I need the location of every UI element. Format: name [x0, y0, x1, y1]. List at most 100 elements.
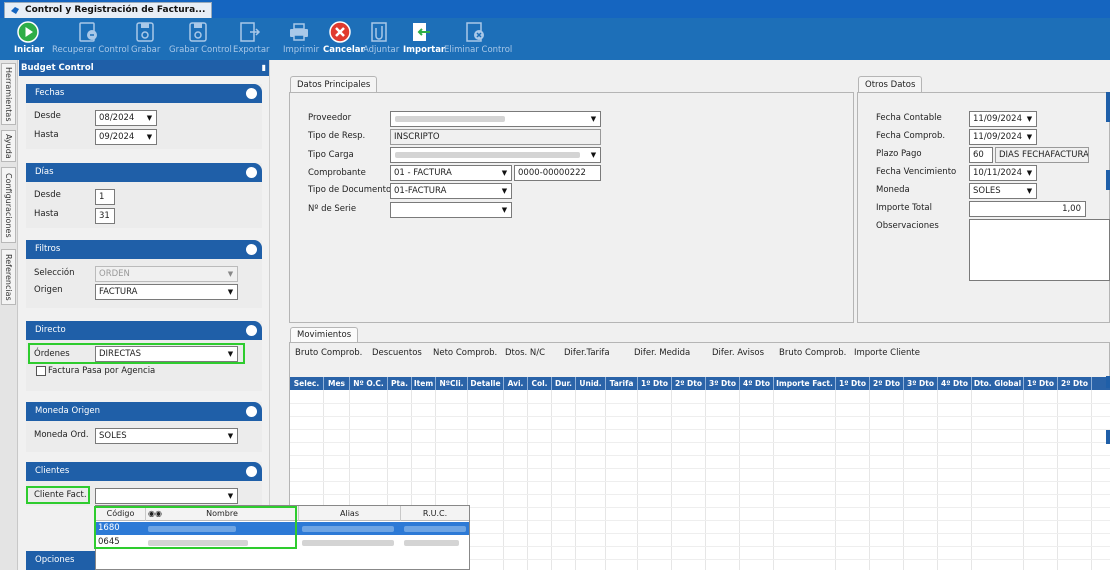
grid-column-header[interactable]: NºCli.: [436, 377, 468, 390]
chevron-down-icon[interactable]: ▼: [498, 166, 511, 180]
fecha-comprob-select[interactable]: 11/09/2024 ▼: [969, 129, 1037, 145]
comprobante-select[interactable]: 01 - FACTURA ▼: [390, 165, 512, 181]
grid-column-header[interactable]: Selec.: [290, 377, 324, 390]
collapse-icon[interactable]: [246, 88, 257, 99]
collapse-icon[interactable]: [246, 325, 257, 336]
tab-referencias[interactable]: Referencias: [1, 249, 16, 305]
origen-select[interactable]: FACTURA ▼: [95, 284, 238, 300]
comprobante-numero-input[interactable]: 0000-00000222: [514, 165, 601, 181]
grid-column-header[interactable]: Detalle: [468, 377, 504, 390]
col-alias[interactable]: Alias: [299, 506, 401, 521]
table-row[interactable]: [290, 429, 1110, 430]
grabar-control-button[interactable]: Grabar Control: [169, 20, 232, 55]
fecha-contable-select[interactable]: 11/09/2024 ▼: [969, 111, 1037, 127]
moneda-origen-header[interactable]: Moneda Origen: [26, 402, 262, 421]
dias-header[interactable]: Días: [26, 163, 262, 182]
grid-column-header[interactable]: 2º Dto: [672, 377, 706, 390]
chevron-down-icon[interactable]: ▼: [498, 184, 511, 198]
grid-column-header[interactable]: 4º Dto: [938, 377, 972, 390]
fechas-desde-select[interactable]: 08/2024 ▼: [95, 110, 157, 126]
grid-column-header[interactable]: Tarifa: [606, 377, 638, 390]
grid-column-header[interactable]: Item: [412, 377, 436, 390]
grid-column-header[interactable]: Unid.: [576, 377, 606, 390]
col-ruc[interactable]: R.U.C.: [401, 506, 469, 521]
collapse-icon[interactable]: [246, 466, 257, 477]
pin-icon[interactable]: ▮: [262, 60, 266, 76]
chevron-down-icon[interactable]: ▼: [498, 203, 511, 217]
table-row[interactable]: [290, 442, 1110, 443]
tipo-carga-select[interactable]: ▼: [390, 147, 601, 163]
clientes-header[interactable]: Clientes: [26, 462, 262, 481]
directo-header[interactable]: Directo: [26, 321, 262, 340]
table-row[interactable]: [290, 416, 1110, 417]
tab-otros-datos[interactable]: Otros Datos: [858, 76, 923, 93]
table-row[interactable]: [290, 455, 1110, 456]
grid-column-header[interactable]: 2º Dto: [1058, 377, 1092, 390]
recuperar-control-button[interactable]: Recuperar Control: [52, 20, 129, 55]
grid-column-header[interactable]: 1º Dto: [638, 377, 672, 390]
cliente-fact-select[interactable]: ▼: [95, 488, 238, 504]
grid-column-header[interactable]: 1º Dto: [836, 377, 870, 390]
dias-desde-input[interactable]: 1: [95, 189, 115, 205]
chevron-down-icon[interactable]: ▼: [224, 489, 237, 503]
chevron-down-icon[interactable]: ▼: [224, 285, 237, 299]
grid-column-header[interactable]: Pta.: [388, 377, 412, 390]
cancelar-button[interactable]: Cancelar: [323, 20, 365, 55]
grid-column-header[interactable]: 4º Dto: [740, 377, 774, 390]
imprimir-button[interactable]: Imprimir: [283, 20, 319, 55]
adjuntar-button[interactable]: Adjuntar: [363, 20, 399, 55]
collapse-icon[interactable]: [246, 406, 257, 417]
chevron-down-icon[interactable]: ▼: [143, 130, 156, 144]
fecha-vencimiento-select[interactable]: 10/11/2024 ▼: [969, 165, 1037, 181]
tipo-documento-select[interactable]: 01-FACTURA ▼: [390, 183, 512, 199]
ordenes-select[interactable]: DIRECTAS ▼: [95, 346, 238, 362]
grid-column-header[interactable]: Dur.: [552, 377, 576, 390]
table-row[interactable]: [290, 403, 1110, 404]
grid-column-header[interactable]: Mes: [324, 377, 350, 390]
fechas-hasta-select[interactable]: 09/2024 ▼: [95, 129, 157, 145]
chevron-down-icon[interactable]: ▼: [1023, 184, 1036, 198]
grabar-button[interactable]: Grabar: [131, 20, 160, 55]
chevron-down-icon[interactable]: ▼: [1023, 130, 1036, 144]
chevron-down-icon[interactable]: ▼: [1023, 112, 1036, 126]
grid-column-header[interactable]: Col.: [528, 377, 552, 390]
tab-datos-principales[interactable]: Datos Principales: [290, 76, 378, 93]
chevron-down-icon[interactable]: ▼: [1023, 166, 1036, 180]
observaciones-textarea[interactable]: [969, 219, 1110, 281]
exportar-button[interactable]: Exportar: [233, 20, 270, 55]
chevron-down-icon[interactable]: ▼: [143, 111, 156, 125]
table-row[interactable]: [290, 481, 1110, 482]
collapse-icon[interactable]: [246, 167, 257, 178]
tab-configuraciones[interactable]: Configuraciones: [1, 167, 16, 243]
table-row[interactable]: [290, 468, 1110, 469]
grid-column-header[interactable]: Nº O.C.: [350, 377, 388, 390]
grid-column-header[interactable]: Dto. Global: [972, 377, 1024, 390]
grid-column-header[interactable]: Avi.: [504, 377, 528, 390]
plazo-pago-input[interactable]: 60: [969, 147, 993, 163]
proveedor-select[interactable]: ▼: [390, 111, 601, 127]
eliminar-control-button[interactable]: Eliminar Control: [444, 20, 512, 55]
document-tab[interactable]: Control y Registración de Factura...: [4, 2, 213, 18]
filtros-header[interactable]: Filtros: [26, 240, 262, 259]
grid-column-header[interactable]: 3º Dto: [706, 377, 740, 390]
importe-total-input[interactable]: 1,00: [969, 201, 1086, 217]
iniciar-button[interactable]: Iniciar: [14, 20, 44, 55]
fechas-header[interactable]: Fechas: [26, 84, 262, 103]
grid-column-header[interactable]: 2º Dto: [870, 377, 904, 390]
tab-herramientas[interactable]: Herramientas: [1, 63, 16, 125]
table-row[interactable]: [290, 494, 1110, 495]
grid-column-header[interactable]: 1º Dto: [1024, 377, 1058, 390]
importar-button[interactable]: Importar: [403, 20, 445, 55]
moneda-ord-select[interactable]: SOLES ▼: [95, 428, 238, 444]
dias-hasta-input[interactable]: 31: [95, 208, 115, 224]
grid-column-header[interactable]: 3º Dto: [904, 377, 938, 390]
agencia-checkbox[interactable]: [36, 366, 46, 376]
chevron-down-icon[interactable]: ▼: [587, 112, 600, 126]
serie-select[interactable]: ▼: [390, 202, 512, 218]
collapse-icon[interactable]: [246, 244, 257, 255]
moneda-select[interactable]: SOLES ▼: [969, 183, 1037, 199]
chevron-down-icon[interactable]: ▼: [587, 148, 600, 162]
tab-movimientos[interactable]: Movimientos: [290, 327, 359, 343]
chevron-down-icon[interactable]: ▼: [224, 429, 237, 443]
grid-column-header[interactable]: Importe Fact.: [774, 377, 836, 390]
